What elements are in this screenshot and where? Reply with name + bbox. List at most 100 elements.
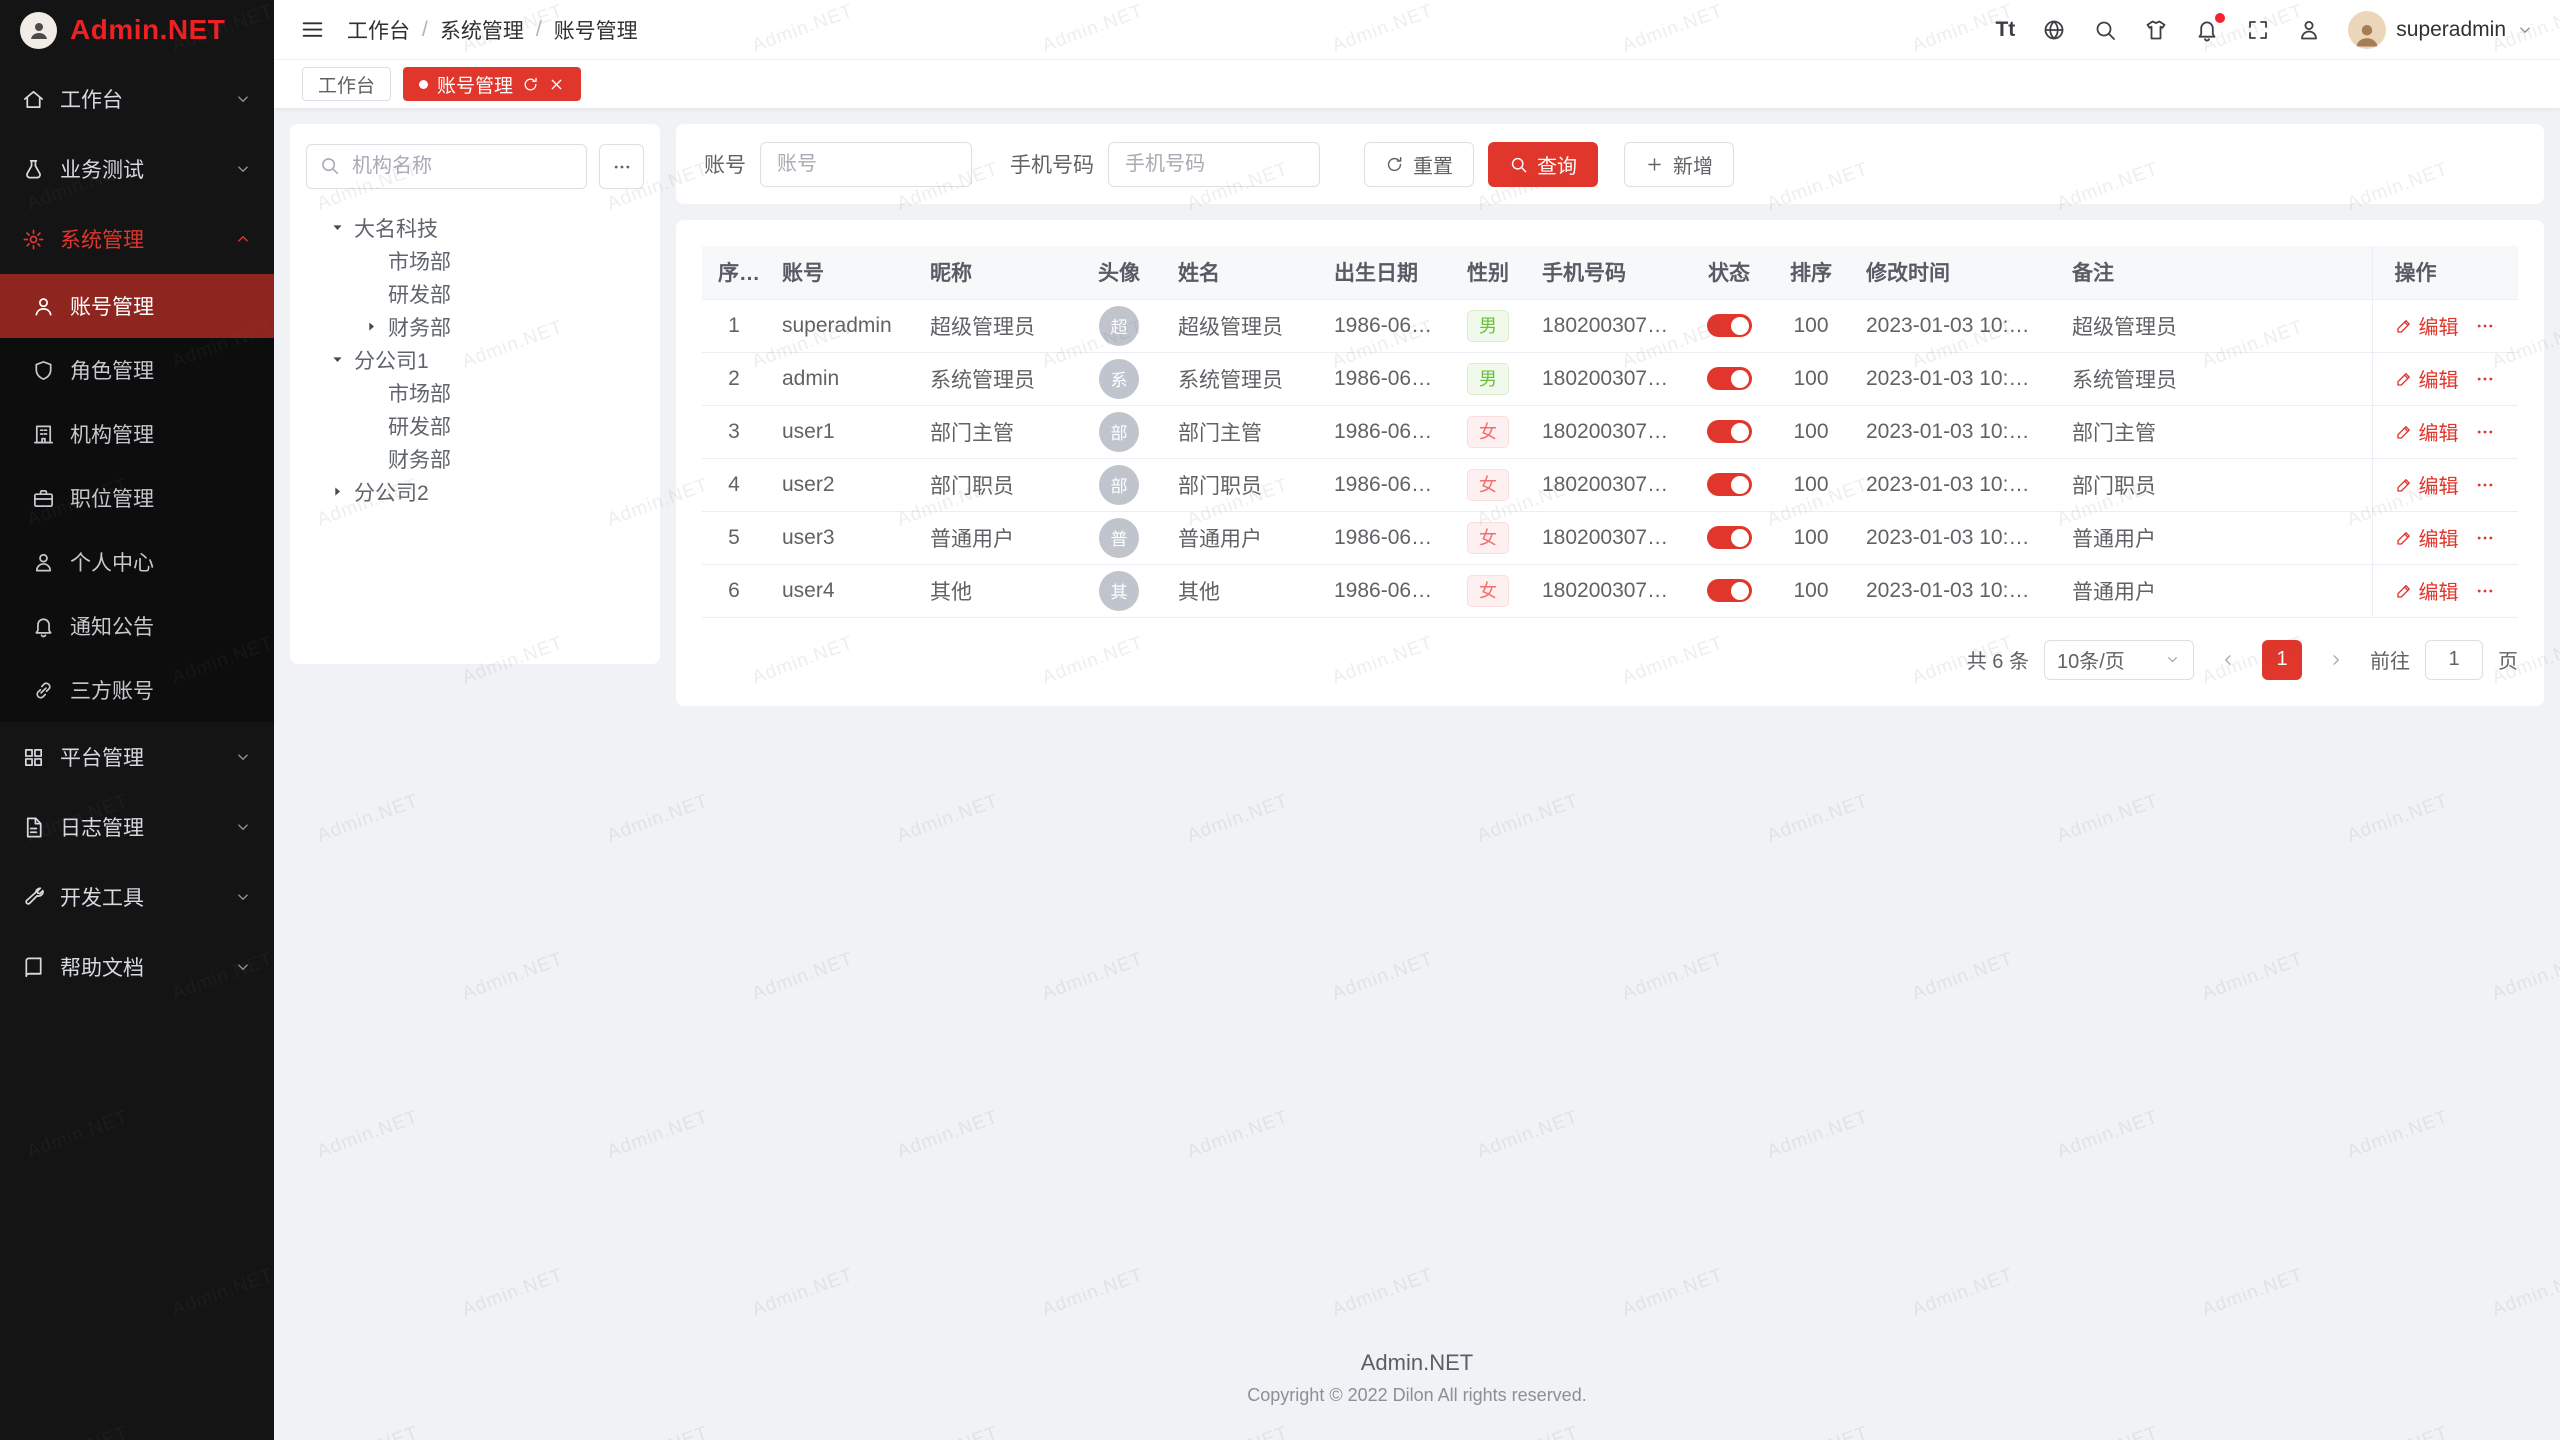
globe-icon[interactable]: [2042, 18, 2066, 42]
tree-node-label: 大名科技: [354, 213, 438, 243]
tree-node[interactable]: 研发部: [306, 409, 644, 442]
phone-filter-input[interactable]: [1108, 142, 1320, 187]
search-icon[interactable]: [2093, 18, 2117, 42]
tab-bar: 工作台账号管理: [274, 60, 2560, 108]
cell-account: user3: [766, 511, 914, 564]
edit-button[interactable]: 编辑: [2395, 311, 2459, 340]
cell-nickname: 系统管理员: [914, 352, 1076, 405]
font-size-icon[interactable]: Tt: [1995, 19, 2015, 40]
logo-icon: [20, 12, 57, 49]
status-toggle[interactable]: [1707, 526, 1752, 549]
status-toggle[interactable]: [1707, 420, 1752, 443]
prev-page-button[interactable]: [2209, 640, 2247, 680]
cell-order: 100: [1772, 299, 1850, 352]
caret-right-icon[interactable]: [324, 484, 350, 499]
breadcrumb-item[interactable]: 账号管理: [554, 15, 638, 45]
chevron-down-icon: [2164, 651, 2181, 668]
tree-node[interactable]: 财务部: [306, 310, 644, 343]
sidebar-item-label: 个人中心: [70, 547, 154, 577]
tree-node[interactable]: 财务部: [306, 442, 644, 475]
sidebar-item-position-management[interactable]: 职位管理: [0, 466, 274, 530]
tree-node[interactable]: 市场部: [306, 376, 644, 409]
org-search-input[interactable]: [306, 144, 587, 189]
sidebar-item-third-party-account[interactable]: 三方账号: [0, 658, 274, 722]
cell-remark: 超级管理员: [2056, 299, 2372, 352]
sidebar-item-dev-tools[interactable]: 开发工具: [0, 862, 274, 932]
cell-gender: 女: [1450, 511, 1526, 564]
sidebar-item-business-test[interactable]: 业务测试: [0, 134, 274, 204]
sidebar-item-label: 通知公告: [70, 611, 154, 641]
column-header: 状态: [1686, 246, 1772, 299]
sidebar-item-platform-management[interactable]: 平台管理: [0, 722, 274, 792]
search-button[interactable]: 查询: [1488, 142, 1598, 187]
more-actions-button[interactable]: [2475, 316, 2495, 336]
breadcrumb-item[interactable]: 系统管理: [440, 15, 524, 45]
status-toggle[interactable]: [1707, 314, 1752, 337]
sidebar-item-personal-center[interactable]: 个人中心: [0, 530, 274, 594]
refresh-icon[interactable]: [522, 76, 539, 93]
edit-button[interactable]: 编辑: [2395, 576, 2459, 605]
cell-remark: 普通用户: [2056, 511, 2372, 564]
more-actions-button[interactable]: [2475, 581, 2495, 601]
sidebar-item-role-management[interactable]: 角色管理: [0, 338, 274, 402]
flask-icon: [22, 158, 45, 181]
logo[interactable]: Admin.NET: [0, 0, 274, 60]
edit-button[interactable]: 编辑: [2395, 364, 2459, 393]
tab-workbench[interactable]: 工作台: [302, 67, 391, 101]
edit-button[interactable]: 编辑: [2395, 470, 2459, 499]
more-actions-button[interactable]: [2475, 422, 2495, 442]
cell-account: user1: [766, 405, 914, 458]
cell-birthdate: 1986-06-28: [1318, 299, 1450, 352]
add-button-label: 新增: [1673, 150, 1713, 179]
hamburger-icon[interactable]: [300, 17, 325, 42]
add-button[interactable]: 新增: [1624, 142, 1734, 187]
caret-down-icon[interactable]: [324, 352, 350, 367]
wrench-icon: [22, 886, 45, 909]
user-menu[interactable]: superadmin: [2348, 11, 2534, 49]
more-actions-button[interactable]: [2475, 528, 2495, 548]
sidebar-item-log-management[interactable]: 日志管理: [0, 792, 274, 862]
page-number-button[interactable]: 1: [2262, 640, 2302, 680]
status-toggle[interactable]: [1707, 473, 1752, 496]
tree-node[interactable]: 大名科技: [306, 211, 644, 244]
more-actions-button[interactable]: [2475, 369, 2495, 389]
edit-button[interactable]: 编辑: [2395, 417, 2459, 446]
row-avatar: 系: [1099, 359, 1139, 399]
tab-account-management[interactable]: 账号管理: [403, 67, 581, 101]
row-avatar: 部: [1099, 465, 1139, 505]
more-actions-button[interactable]: [2475, 475, 2495, 495]
page-size-select[interactable]: 10条/页: [2044, 640, 2194, 680]
person-icon[interactable]: [2297, 18, 2321, 42]
sidebar-item-system-management[interactable]: 系统管理: [0, 204, 274, 274]
tree-node[interactable]: 分公司1: [306, 343, 644, 376]
chevron-down-icon: [234, 818, 252, 836]
skin-icon[interactable]: [2144, 18, 2168, 42]
tree-more-button[interactable]: [599, 144, 644, 189]
caret-right-icon[interactable]: [358, 319, 384, 334]
column-header: 排序: [1772, 246, 1850, 299]
tree-node[interactable]: 分公司2: [306, 475, 644, 508]
breadcrumb-item[interactable]: 工作台: [347, 15, 410, 45]
tree-node[interactable]: 市场部: [306, 244, 644, 277]
status-toggle[interactable]: [1707, 579, 1752, 602]
sidebar-item-help-docs[interactable]: 帮助文档: [0, 932, 274, 1002]
bell-icon[interactable]: [2195, 18, 2219, 42]
sidebar-item-notice-management[interactable]: 通知公告: [0, 594, 274, 658]
sidebar-item-account-management[interactable]: 账号管理: [0, 274, 274, 338]
tree-node[interactable]: 研发部: [306, 277, 644, 310]
status-toggle[interactable]: [1707, 367, 1752, 390]
sidebar-item-workbench[interactable]: 工作台: [0, 64, 274, 134]
edit-button[interactable]: 编辑: [2395, 523, 2459, 552]
fullscreen-icon[interactable]: [2246, 18, 2270, 42]
reset-button[interactable]: 重置: [1364, 142, 1474, 187]
sidebar-item-label: 平台管理: [60, 742, 144, 772]
cell-avatar: 部: [1076, 405, 1162, 458]
caret-down-icon[interactable]: [324, 220, 350, 235]
account-filter-input[interactable]: [760, 142, 972, 187]
close-icon[interactable]: [548, 76, 565, 93]
goto-page-input[interactable]: [2425, 640, 2483, 680]
next-page-button[interactable]: [2317, 640, 2355, 680]
shield-icon: [32, 359, 55, 382]
sidebar-item-org-management[interactable]: 机构管理: [0, 402, 274, 466]
row-avatar: 其: [1099, 571, 1139, 611]
